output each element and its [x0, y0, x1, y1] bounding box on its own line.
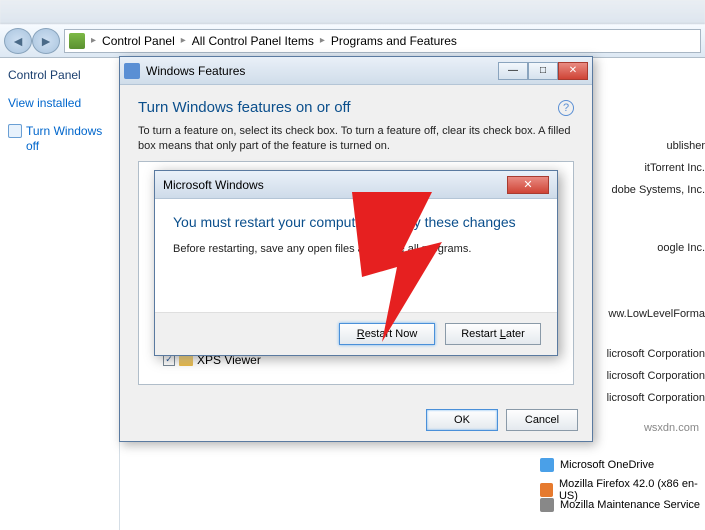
- program-name: Mozilla Maintenance Service: [560, 499, 700, 511]
- publisher-cell: ww.LowLevelForma: [608, 308, 705, 320]
- breadcrumb-segment[interactable]: Control Panel: [102, 34, 175, 48]
- column-header-publisher: ublisher: [666, 140, 705, 152]
- publisher-cell: licrosoft Corporation: [607, 370, 705, 382]
- chevron-right-icon: ▸: [320, 35, 325, 46]
- restart-dialog: Microsoft Windows ✕ You must restart you…: [154, 170, 558, 356]
- dialog-title: Windows Features: [146, 64, 245, 78]
- windows-features-icon: [124, 63, 140, 79]
- close-button[interactable]: ✕: [558, 62, 588, 80]
- breadcrumb-segment[interactable]: All Control Panel Items: [192, 34, 314, 48]
- dialog-heading: You must restart your computer to apply …: [173, 213, 539, 231]
- cancel-button[interactable]: Cancel: [506, 409, 578, 431]
- watermark: wsxdn.com: [644, 422, 699, 434]
- publisher-cell: oogle Inc.: [657, 242, 705, 254]
- sidebar-link-windows-features[interactable]: Turn Windows off: [8, 124, 111, 155]
- shield-icon: [8, 124, 22, 138]
- publisher-cell: itTorrent Inc.: [644, 162, 705, 174]
- restart-now-button[interactable]: Restart Now: [339, 323, 435, 345]
- onedrive-icon: [540, 458, 554, 472]
- dialog-title: Microsoft Windows: [163, 178, 264, 192]
- chevron-right-icon: ▸: [91, 35, 96, 46]
- mozilla-icon: [540, 498, 554, 512]
- list-item[interactable]: Microsoft OneDrive: [540, 458, 654, 472]
- breadcrumb-segment[interactable]: Programs and Features: [331, 34, 457, 48]
- publisher-cell: licrosoft Corporation: [607, 392, 705, 404]
- publisher-cell: dobe Systems, Inc.: [611, 184, 705, 196]
- program-name: Microsoft OneDrive: [560, 459, 654, 471]
- firefox-icon: [540, 483, 553, 497]
- dialog-titlebar[interactable]: Windows Features — □ ✕: [120, 57, 592, 85]
- chevron-right-icon: ▸: [181, 35, 186, 46]
- sidebar-heading: Control Panel: [8, 68, 111, 82]
- dialog-heading: Turn Windows features on or off ?: [138, 99, 574, 116]
- sidebar-link-view-installed[interactable]: View installed: [8, 96, 111, 112]
- sidebar: Control Panel View installed Turn Window…: [0, 58, 120, 530]
- parent-window-titlebar: [0, 0, 705, 24]
- maximize-button[interactable]: □: [528, 62, 558, 80]
- forward-button[interactable]: ►: [32, 28, 60, 54]
- control-panel-icon: [69, 33, 85, 49]
- dialog-description: To turn a feature on, select its check b…: [138, 124, 574, 155]
- publisher-cell: licrosoft Corporation: [607, 348, 705, 360]
- dialog-titlebar[interactable]: Microsoft Windows ✕: [155, 171, 557, 199]
- dialog-description: Before restarting, save any open files a…: [173, 243, 539, 255]
- minimize-button[interactable]: —: [498, 62, 528, 80]
- address-bar: ◄ ► ▸ Control Panel ▸ All Control Panel …: [0, 24, 705, 58]
- close-button[interactable]: ✕: [507, 176, 549, 194]
- ok-button[interactable]: OK: [426, 409, 498, 431]
- restart-later-button[interactable]: Restart Later: [445, 323, 541, 345]
- sidebar-link-label: Turn Windows off: [26, 124, 111, 155]
- breadcrumb[interactable]: ▸ Control Panel ▸ All Control Panel Item…: [64, 29, 701, 53]
- list-item[interactable]: Mozilla Maintenance Service: [540, 498, 700, 512]
- back-button[interactable]: ◄: [4, 28, 32, 54]
- help-icon[interactable]: ?: [558, 100, 574, 116]
